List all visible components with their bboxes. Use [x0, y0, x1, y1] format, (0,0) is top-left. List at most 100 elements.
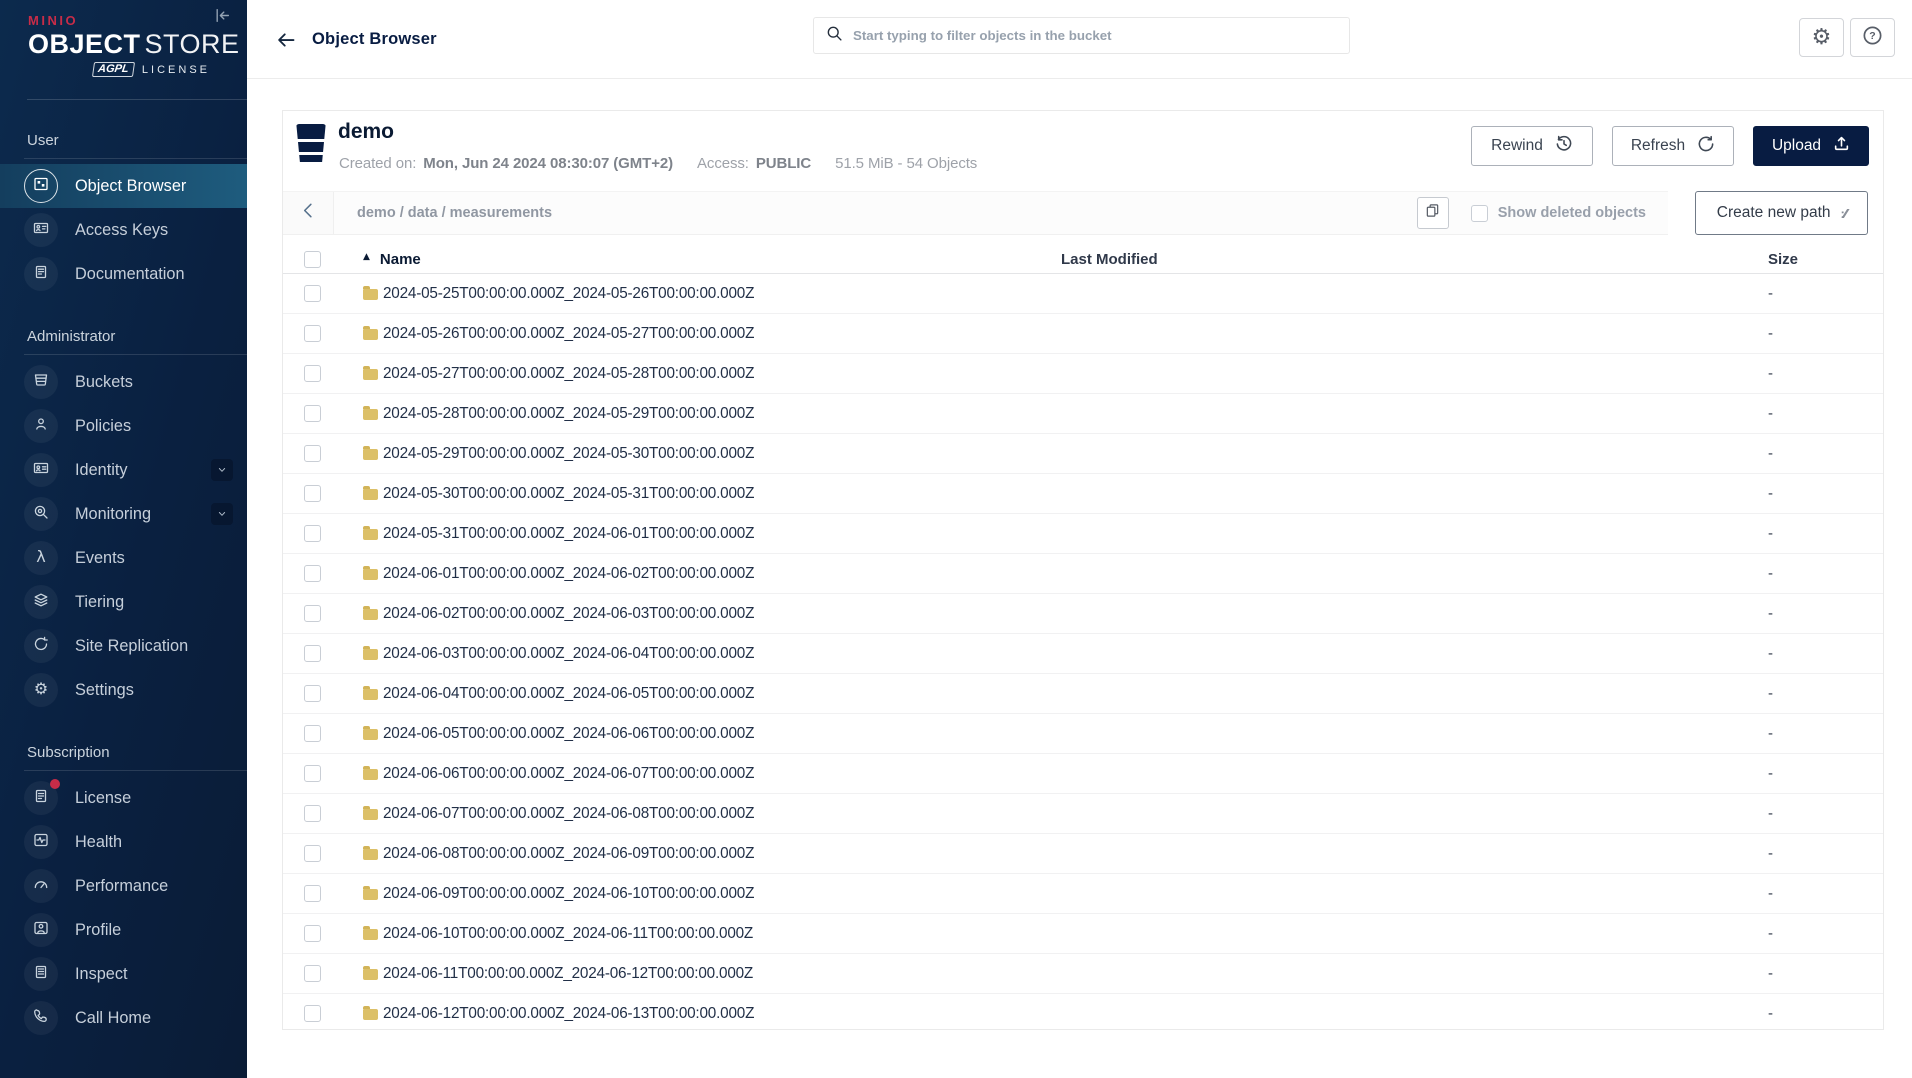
sidebar-item-buckets[interactable]: Buckets	[0, 360, 247, 404]
row-checkbox[interactable]	[304, 525, 321, 542]
object-name[interactable]: 2024-05-29T00:00:00.000Z_2024-05-30T00:0…	[383, 445, 754, 463]
object-name[interactable]: 2024-06-01T00:00:00.000Z_2024-06-02T00:0…	[383, 565, 754, 583]
table-row[interactable]: 2024-06-08T00:00:00.000Z_2024-06-09T00:0…	[283, 834, 1883, 874]
table-row[interactable]: 2024-06-07T00:00:00.000Z_2024-06-08T00:0…	[283, 794, 1883, 834]
object-name[interactable]: 2024-06-06T00:00:00.000Z_2024-06-07T00:0…	[383, 765, 754, 783]
row-checkbox[interactable]	[304, 645, 321, 662]
sidebar-item-settings[interactable]: ⚙ Settings	[0, 668, 247, 712]
row-checkbox[interactable]	[304, 925, 321, 942]
row-checkbox[interactable]	[304, 1005, 321, 1022]
table-row[interactable]: 2024-06-12T00:00:00.000Z_2024-06-13T00:0…	[283, 994, 1883, 1029]
row-checkbox[interactable]	[304, 365, 321, 382]
create-new-path-button[interactable]: Create new path :∕∕	[1695, 191, 1868, 235]
name-column-header[interactable]: ▲ Name	[363, 251, 1061, 268]
upload-button[interactable]: Upload	[1753, 126, 1869, 166]
object-name[interactable]: 2024-05-31T00:00:00.000Z_2024-06-01T00:0…	[383, 525, 754, 543]
sidebar-item-site-replication[interactable]: Site Replication	[0, 624, 247, 668]
row-checkbox[interactable]	[304, 965, 321, 982]
table-row[interactable]: 2024-06-05T00:00:00.000Z_2024-06-06T00:0…	[283, 714, 1883, 754]
object-name[interactable]: 2024-05-27T00:00:00.000Z_2024-05-28T00:0…	[383, 365, 754, 383]
object-name[interactable]: 2024-05-25T00:00:00.000Z_2024-05-26T00:0…	[383, 285, 754, 303]
sidebar-item-inspect[interactable]: Inspect	[0, 952, 247, 996]
object-name[interactable]: 2024-05-26T00:00:00.000Z_2024-05-27T00:0…	[383, 325, 754, 343]
chevron-down-icon[interactable]	[211, 459, 233, 481]
table-row[interactable]: 2024-05-30T00:00:00.000Z_2024-05-31T00:0…	[283, 474, 1883, 514]
table-header-row: ▲ Name Last Modified Size	[283, 245, 1883, 274]
sidebar-item-policies[interactable]: Policies	[0, 404, 247, 448]
refresh-button[interactable]: Refresh	[1612, 126, 1734, 166]
object-name[interactable]: 2024-06-10T00:00:00.000Z_2024-06-11T00:0…	[383, 925, 753, 943]
sidebar-item-performance[interactable]: Performance	[0, 864, 247, 908]
table-row[interactable]: 2024-05-31T00:00:00.000Z_2024-06-01T00:0…	[283, 514, 1883, 554]
object-name[interactable]: 2024-06-07T00:00:00.000Z_2024-06-08T00:0…	[383, 805, 754, 823]
sidebar-item-call-home[interactable]: Call Home	[0, 996, 247, 1040]
sidebar-item-health[interactable]: Health	[0, 820, 247, 864]
path-back-button[interactable]	[283, 192, 334, 234]
object-name[interactable]: 2024-06-02T00:00:00.000Z_2024-06-03T00:0…	[383, 605, 754, 623]
sidebar-item-access-keys[interactable]: Access Keys	[0, 208, 247, 252]
sidebar-item-documentation[interactable]: Documentation	[0, 252, 247, 296]
row-checkbox[interactable]	[304, 405, 321, 422]
object-name[interactable]: 2024-06-04T00:00:00.000Z_2024-06-05T00:0…	[383, 685, 754, 703]
back-arrow-icon[interactable]	[276, 30, 296, 50]
row-checkbox[interactable]	[304, 485, 321, 502]
object-name[interactable]: 2024-06-11T00:00:00.000Z_2024-06-12T00:0…	[383, 965, 753, 983]
select-all-checkbox[interactable]	[304, 250, 321, 268]
sidebar-item-tiering[interactable]: Tiering	[0, 580, 247, 624]
size-column-header[interactable]: Size	[1763, 251, 1883, 268]
table-row[interactable]: 2024-05-26T00:00:00.000Z_2024-05-27T00:0…	[283, 314, 1883, 354]
row-checkbox[interactable]	[304, 565, 321, 582]
help-button[interactable]: ?	[1850, 18, 1895, 57]
row-checkbox[interactable]	[304, 765, 321, 782]
object-name[interactable]: 2024-06-03T00:00:00.000Z_2024-06-04T00:0…	[383, 645, 754, 663]
copy-path-button[interactable]	[1416, 197, 1449, 229]
row-checkbox[interactable]	[304, 445, 321, 462]
table-row[interactable]: 2024-06-02T00:00:00.000Z_2024-06-03T00:0…	[283, 594, 1883, 634]
agpl-badge: AGPL	[92, 62, 135, 77]
table-row[interactable]: 2024-06-03T00:00:00.000Z_2024-06-04T00:0…	[283, 634, 1883, 674]
sort-ascending-icon[interactable]: ▲	[363, 252, 370, 262]
row-checkbox[interactable]	[304, 805, 321, 822]
chevron-down-icon[interactable]	[211, 503, 233, 525]
row-checkbox[interactable]	[304, 285, 321, 302]
table-row[interactable]: 2024-05-28T00:00:00.000Z_2024-05-29T00:0…	[283, 394, 1883, 434]
folder-icon	[363, 686, 378, 700]
last-modified-column-header[interactable]: Last Modified	[1061, 251, 1763, 268]
collapse-sidebar-icon[interactable]	[214, 7, 234, 25]
row-checkbox[interactable]	[304, 685, 321, 702]
row-checkbox[interactable]	[304, 605, 321, 622]
row-checkbox[interactable]	[304, 325, 321, 342]
search-input[interactable]	[853, 28, 1337, 43]
table-row[interactable]: 2024-06-01T00:00:00.000Z_2024-06-02T00:0…	[283, 554, 1883, 594]
table-row[interactable]: 2024-06-06T00:00:00.000Z_2024-06-07T00:0…	[283, 754, 1883, 794]
sidebar-item-license[interactable]: License	[0, 776, 247, 820]
row-checkbox[interactable]	[304, 885, 321, 902]
object-name[interactable]: 2024-06-12T00:00:00.000Z_2024-06-13T00:0…	[383, 1005, 754, 1023]
table-row[interactable]: 2024-06-09T00:00:00.000Z_2024-06-10T00:0…	[283, 874, 1883, 914]
object-name[interactable]: 2024-05-28T00:00:00.000Z_2024-05-29T00:0…	[383, 405, 754, 423]
show-deleted-checkbox[interactable]	[1470, 204, 1488, 222]
rewind-button[interactable]: Rewind	[1471, 126, 1593, 166]
table-row[interactable]: 2024-06-11T00:00:00.000Z_2024-06-12T00:0…	[283, 954, 1883, 994]
table-row[interactable]: 2024-06-04T00:00:00.000Z_2024-06-05T00:0…	[283, 674, 1883, 714]
buckets-icon	[24, 365, 58, 399]
object-name[interactable]: 2024-06-09T00:00:00.000Z_2024-06-10T00:0…	[383, 885, 754, 903]
object-name[interactable]: 2024-05-30T00:00:00.000Z_2024-05-31T00:0…	[383, 485, 754, 503]
sidebar-item-profile[interactable]: Profile	[0, 908, 247, 952]
row-checkbox[interactable]	[304, 845, 321, 862]
license-text: LICENSE	[141, 63, 210, 76]
settings-button[interactable]: ⚙	[1799, 18, 1844, 57]
sidebar-item-identity[interactable]: Identity	[0, 448, 247, 492]
sidebar-item-events[interactable]: λ Events	[0, 536, 247, 580]
object-name[interactable]: 2024-06-08T00:00:00.000Z_2024-06-09T00:0…	[383, 845, 754, 863]
table-row[interactable]: 2024-05-27T00:00:00.000Z_2024-05-28T00:0…	[283, 354, 1883, 394]
breadcrumb[interactable]: demo / data / measurements	[334, 205, 1417, 221]
search-box[interactable]	[813, 17, 1350, 54]
table-row[interactable]: 2024-05-25T00:00:00.000Z_2024-05-26T00:0…	[283, 274, 1883, 314]
object-name[interactable]: 2024-06-05T00:00:00.000Z_2024-06-06T00:0…	[383, 725, 754, 743]
row-checkbox[interactable]	[304, 725, 321, 742]
sidebar-item-monitoring[interactable]: Monitoring	[0, 492, 247, 536]
sidebar-item-object-browser[interactable]: Object Browser	[0, 164, 247, 208]
table-row[interactable]: 2024-05-29T00:00:00.000Z_2024-05-30T00:0…	[283, 434, 1883, 474]
table-row[interactable]: 2024-06-10T00:00:00.000Z_2024-06-11T00:0…	[283, 914, 1883, 954]
